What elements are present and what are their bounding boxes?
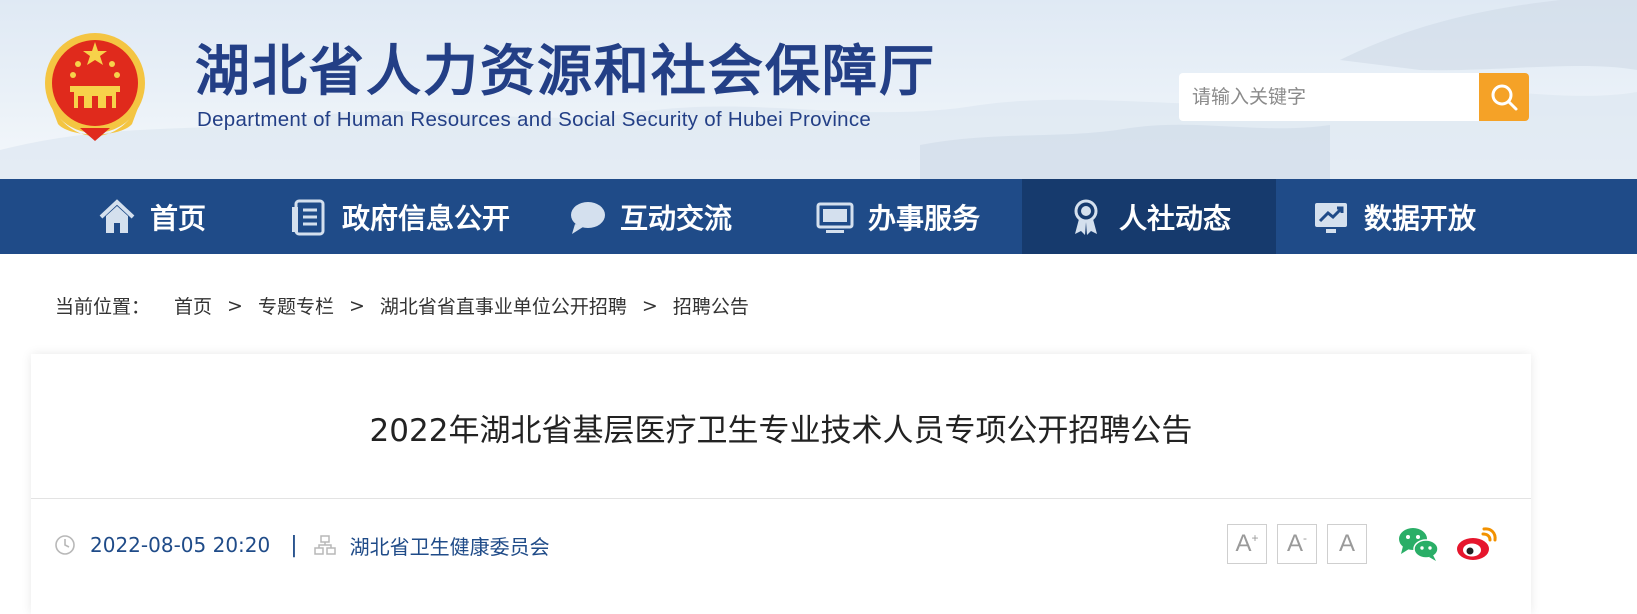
nav-item-services[interactable]: 办事服务: [814, 179, 980, 254]
national-emblem-logo: [45, 33, 145, 141]
nav-item-news[interactable]: 人社动态: [1022, 179, 1276, 254]
nav-label: 数据开放: [1364, 201, 1477, 235]
search-icon: [1491, 84, 1518, 111]
article-title: 2022年湖北省基层医疗卫生专业技术人员专项公开招聘公告: [369, 413, 1193, 449]
search-input[interactable]: [1179, 73, 1479, 121]
nav-item-interaction[interactable]: 互动交流: [566, 179, 732, 254]
breadcrumb-link-topics[interactable]: 专题专栏: [258, 292, 334, 319]
publish-date: 2022-08-05 20:20: [90, 533, 271, 557]
nav-label: 办事服务: [868, 201, 981, 235]
nav-item-home[interactable]: 首页: [96, 179, 206, 254]
breadcrumb-separator: >: [348, 294, 365, 317]
search-button[interactable]: [1479, 73, 1529, 121]
meta-separator: |: [290, 532, 298, 558]
chat-bubble-icon: [566, 196, 608, 238]
divider: [31, 498, 1531, 499]
site-subtitle: Department of Human Resources and Social…: [197, 108, 872, 131]
nav-label: 互动交流: [620, 201, 733, 235]
article-meta: 2022-08-05 20:20 | 湖北省卫生健康委员会: [54, 528, 550, 562]
main-nav: 首页 政府信息公开 互动交流 办事服务 人社动态 数据开放: [0, 179, 1637, 254]
org-structure-icon: [313, 535, 336, 555]
font-larger-button[interactable]: A +: [1227, 524, 1267, 564]
breadcrumb-separator: >: [227, 294, 243, 317]
font-smaller-button[interactable]: A-: [1277, 524, 1317, 564]
weibo-share-icon[interactable]: [1455, 523, 1499, 563]
chart-up-icon: [1310, 196, 1352, 238]
site-title: 湖北省人力资源和社会保障厅: [195, 38, 937, 103]
nav-item-gov-info[interactable]: 政府信息公开: [288, 179, 510, 254]
nav-label: 首页: [150, 201, 207, 235]
article-card: [31, 354, 1531, 614]
wechat-share-icon[interactable]: [1396, 523, 1440, 563]
breadcrumb: 当前位置： 首页 > 专题专栏 > 湖北省省直事业单位公开招聘 > 招聘公告: [55, 292, 749, 319]
breadcrumb-link-home[interactable]: 首页: [174, 292, 212, 319]
breadcrumb-link-recruitment[interactable]: 湖北省省直事业单位公开招聘: [380, 292, 627, 319]
document-icon: [288, 196, 330, 238]
breadcrumb-label: 当前位置：: [55, 296, 151, 318]
breadcrumb-link-announcement[interactable]: 招聘公告: [673, 292, 749, 319]
font-reset-button[interactable]: A: [1327, 524, 1367, 564]
breadcrumb-separator: >: [641, 294, 658, 317]
monitor-icon: [814, 196, 856, 238]
award-ribbon-icon: [1065, 196, 1107, 238]
home-icon: [96, 196, 138, 238]
site-header: 湖北省人力资源和社会保障厅 Department of Human Resour…: [0, 0, 1637, 179]
article-source: 湖北省卫生健康委员会: [349, 534, 550, 559]
nav-label: 政府信息公开: [342, 201, 511, 235]
clock-icon: [55, 535, 75, 555]
nav-item-open-data[interactable]: 数据开放: [1310, 179, 1476, 254]
nav-label: 人社动态: [1119, 201, 1232, 235]
